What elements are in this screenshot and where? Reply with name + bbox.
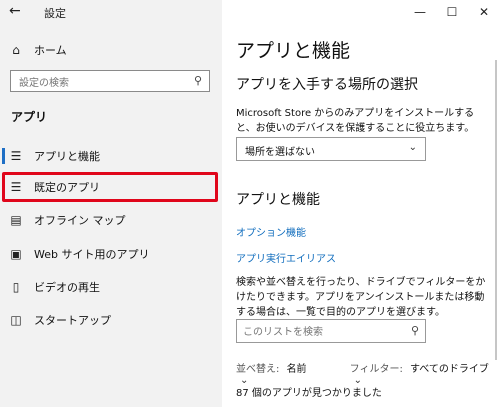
sort-filter-row: 並べ替え: 名前 ⌄ フィルター: すべてのドライブ ⌄	[236, 360, 500, 386]
minimize-icon[interactable]: —	[404, 0, 436, 26]
app-list-search-box[interactable]: ⚲	[236, 319, 426, 344]
install-source-description: Microsoft Store からのみアプリをインストールすると、お使いのデバ…	[236, 108, 475, 134]
sidebar-item-website-apps[interactable]: ▣ Web サイト用のアプリ	[0, 240, 222, 268]
sidebar-item-label: ホーム	[34, 44, 67, 57]
website-apps-icon: ▣	[10, 247, 22, 261]
sidebar-item-label: オフライン マップ	[34, 214, 126, 227]
chevron-down-icon: ⌄	[408, 142, 417, 153]
sidebar-item-default-apps[interactable]: ☰ 既定のアプリ	[0, 173, 222, 201]
window-controls: — ☐ ✕	[404, 0, 500, 26]
install-source-heading: アプリを入手する場所の選択	[236, 77, 418, 93]
optional-features-link[interactable]: オプション機能	[236, 224, 306, 239]
sort-control[interactable]: 並べ替え: 名前 ⌄	[236, 360, 320, 386]
settings-search-box[interactable]: ⚲	[10, 70, 210, 94]
sidebar: ← 設定 ⌂ ホーム ⚲ アプリ ☰ アプリと機能 ☰ 既定のアプリ ▤ オフラ…	[0, 0, 222, 407]
active-indicator	[2, 148, 5, 164]
app-list-search-input[interactable]	[237, 321, 403, 344]
sidebar-item-apps-features[interactable]: ☰ アプリと機能	[0, 142, 222, 170]
sidebar-item-label: 既定のアプリ	[34, 181, 100, 194]
search-icon[interactable]: ⚲	[411, 324, 419, 337]
offline-map-icon: ▤	[10, 213, 22, 227]
sort-label: 並べ替え:	[236, 364, 280, 375]
home-icon: ⌂	[12, 43, 20, 57]
close-icon[interactable]: ✕	[468, 0, 500, 26]
filter-label: フィルター:	[349, 364, 403, 375]
apps-list-icon: ☰	[10, 149, 22, 163]
video-playback-icon: ▯	[12, 280, 20, 294]
sort-value: 名前	[286, 364, 307, 375]
sidebar-section-header: アプリ	[11, 110, 48, 124]
app-execution-aliases-link[interactable]: アプリ実行エイリアス	[236, 250, 336, 265]
sidebar-item-startup[interactable]: ◫ スタートアップ	[0, 306, 222, 334]
dropdown-value: 場所を選ばない	[245, 147, 315, 158]
page-title: アプリと機能	[236, 40, 351, 62]
titlebar-left: ← 設定	[0, 0, 222, 26]
app-count-text: 87 個のアプリが見つかりました	[236, 388, 382, 399]
sidebar-item-label: スタートアップ	[34, 314, 111, 327]
sidebar-item-home[interactable]: ⌂ ホーム	[0, 36, 222, 64]
section-title: アプリと機能	[236, 192, 320, 208]
window-title: 設定	[44, 7, 66, 20]
sidebar-item-label: Web サイト用のアプリ	[34, 248, 150, 261]
back-arrow-icon[interactable]: ←	[9, 3, 21, 19]
install-source-dropdown[interactable]: 場所を選ばない ⌄	[236, 137, 426, 161]
sidebar-item-label: ビデオの再生	[34, 281, 100, 294]
list-description: 検索や並べ替えを行ったり、ドライブでフィルターをかけたりできます。アプリをアンイ…	[236, 277, 486, 318]
filter-value: すべてのドライブ	[410, 364, 489, 375]
sidebar-item-video-playback[interactable]: ▯ ビデオの再生	[0, 273, 222, 301]
search-icon[interactable]: ⚲	[194, 74, 202, 87]
startup-icon: ◫	[10, 313, 22, 327]
settings-search-input[interactable]	[11, 73, 189, 94]
maximize-icon[interactable]: ☐	[436, 0, 468, 26]
filter-control[interactable]: フィルター: すべてのドライブ ⌄	[350, 360, 500, 386]
default-apps-icon: ☰	[10, 180, 22, 194]
main-content: — ☐ ✕ アプリと機能 アプリを入手する場所の選択 Microsoft Sto…	[222, 0, 500, 407]
scrollbar[interactable]	[495, 60, 497, 360]
sidebar-item-label: アプリと機能	[34, 150, 100, 163]
sidebar-item-offline-maps[interactable]: ▤ オフライン マップ	[0, 206, 222, 234]
